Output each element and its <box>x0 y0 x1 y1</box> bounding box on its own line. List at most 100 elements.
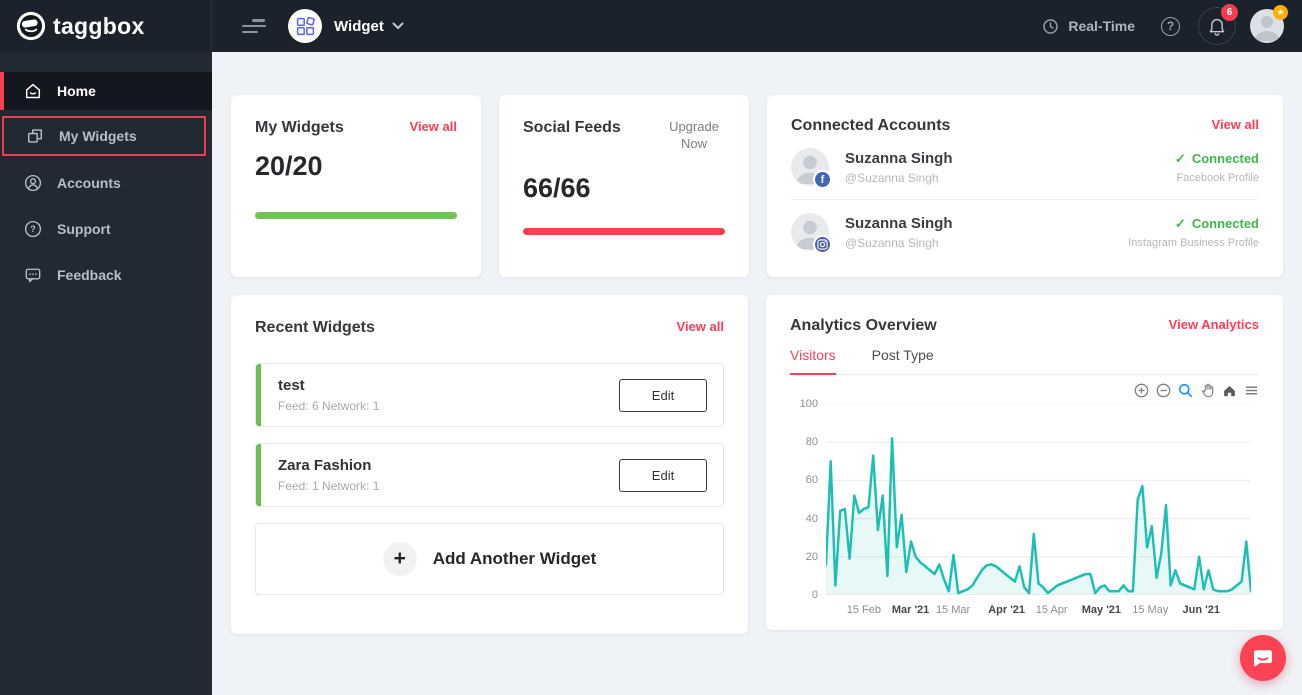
widget-row: Zara Fashion Feed: 1 Network: 1 Edit <box>255 443 724 507</box>
topbar: taggbox Widget Real-Time ? 6 ★ <box>0 0 1302 52</box>
x-tick-label: Jun '21 <box>1182 604 1220 616</box>
widgets-progress-bar <box>255 212 457 219</box>
taggbox-logo[interactable]: taggbox <box>16 11 145 41</box>
chat-bubble-icon <box>1254 650 1272 667</box>
user-icon <box>24 174 42 192</box>
realtime-indicator: Real-Time <box>1042 18 1135 35</box>
tab-post-type[interactable]: Post Type <box>872 347 934 374</box>
widget-accent-bar <box>256 444 261 506</box>
card-title: My Widgets <box>255 119 344 136</box>
check-icon: ✓ <box>1174 215 1186 231</box>
sidebar: Home My Widgets Accounts ? Support Feedb… <box>0 52 212 695</box>
zoom-in-icon[interactable] <box>1134 383 1149 398</box>
dashboard-squares-icon <box>296 16 315 35</box>
widget-name: Zara Fashion <box>278 457 372 474</box>
edit-widget-button[interactable]: Edit <box>619 378 707 412</box>
view-all-widgets-link[interactable]: View all <box>410 119 457 134</box>
my-widgets-card: My Widgets View all 20/20 <box>231 95 481 277</box>
collapse-menu-icon[interactable] <box>242 19 266 33</box>
social-feeds-card: Social Feeds Upgrade Now 66/66 <box>499 95 749 277</box>
x-tick-label: Mar '21 <box>891 604 930 616</box>
x-tick-label: 15 Mar <box>935 604 971 616</box>
y-tick-label: 0 <box>811 589 818 601</box>
widget-context-icon[interactable] <box>288 9 322 43</box>
topbar-logo-area: taggbox <box>0 0 212 52</box>
y-tick-label: 40 <box>805 512 818 525</box>
account-handle: @Suzanna Singh <box>845 170 939 185</box>
widgets-icon <box>27 129 43 143</box>
realtime-label: Real-Time <box>1068 18 1135 34</box>
account-status: Connected <box>1191 151 1259 166</box>
upgrade-now-link[interactable]: Upgrade Now <box>663 119 725 153</box>
chat-launcher-button[interactable] <box>1240 635 1286 681</box>
account-avatar: f <box>791 148 832 189</box>
x-tick-label: 15 Feb <box>846 604 881 616</box>
notifications-button[interactable]: 6 <box>1198 4 1238 45</box>
account-handle: @Suzanna Singh <box>845 235 939 250</box>
y-tick-label: 100 <box>799 398 818 410</box>
account-avatar <box>791 213 832 254</box>
sidebar-item-accounts[interactable]: Accounts <box>0 164 212 202</box>
y-tick-label: 20 <box>805 550 818 563</box>
visitors-chart[interactable]: 0 20 40 60 80 100 <box>800 398 1251 601</box>
sidebar-item-label: Home <box>57 83 96 99</box>
sidebar-item-label: My Widgets <box>59 128 137 144</box>
pan-icon[interactable] <box>1200 383 1215 398</box>
add-widget-label: Add Another Widget <box>432 549 597 568</box>
sidebar-item-label: Accounts <box>57 175 121 191</box>
card-title: Connected Accounts <box>791 117 951 134</box>
star-badge-icon: ★ <box>1273 5 1288 20</box>
x-tick-label: 15 Apr <box>1035 604 1068 616</box>
sidebar-item-home[interactable]: Home <box>0 72 212 110</box>
visitors-area-chart <box>826 404 1251 595</box>
check-icon: ✓ <box>1174 150 1186 166</box>
chevron-down-icon[interactable] <box>392 22 404 30</box>
bell-icon <box>1209 18 1225 36</box>
user-avatar[interactable]: ★ <box>1250 5 1288 43</box>
account-profile-type: Facebook Profile <box>1176 171 1259 184</box>
feeds-usage-count: 66/66 <box>523 172 591 203</box>
x-tick-label: Apr '21 <box>988 604 1026 616</box>
recent-widgets-card: Recent Widgets View all test Feed: 6 Net… <box>231 295 748 634</box>
card-title: Recent Widgets <box>255 319 375 336</box>
zoom-out-icon[interactable] <box>1156 383 1171 398</box>
view-all-accounts-link[interactable]: View all <box>1212 117 1259 132</box>
facebook-icon: f <box>813 170 832 189</box>
connected-accounts-card: Connected Accounts View all f Suzanna Si… <box>767 95 1283 277</box>
tab-visitors[interactable]: Visitors <box>790 347 836 375</box>
widget-row: test Feed: 6 Network: 1 Edit <box>255 363 724 427</box>
sidebar-item-label: Feedback <box>57 267 122 283</box>
chart-menu-icon[interactable] <box>1244 383 1259 398</box>
taggbox-logo-icon <box>16 11 46 41</box>
help-icon[interactable]: ? <box>1161 16 1180 36</box>
widget-accent-bar <box>256 364 261 426</box>
plus-icon: + <box>382 542 417 576</box>
box-zoom-icon[interactable] <box>1178 383 1193 398</box>
main-content: My Widgets View all 20/20 Social Feeds U… <box>212 52 1302 695</box>
view-analytics-link[interactable]: View Analytics <box>1169 317 1259 332</box>
card-title: Analytics Overview <box>790 317 937 334</box>
analytics-tabs: Visitors Post Type <box>790 347 1259 375</box>
context-switcher-label[interactable]: Widget <box>334 18 384 35</box>
clock-icon <box>1042 18 1059 35</box>
sidebar-item-support[interactable]: ? Support <box>0 210 212 248</box>
card-title: Social Feeds <box>523 119 621 136</box>
widget-meta: Feed: 6 Network: 1 <box>278 399 380 413</box>
y-tick-label: 60 <box>805 474 818 487</box>
account-status: Connected <box>1191 216 1259 231</box>
widget-meta: Feed: 1 Network: 1 <box>278 479 380 493</box>
edit-widget-button[interactable]: Edit <box>619 458 707 492</box>
widgets-usage-count: 20/20 <box>255 151 323 181</box>
add-widget-button[interactable]: + Add Another Widget <box>255 523 724 595</box>
view-all-recent-link[interactable]: View all <box>677 319 724 334</box>
notification-count-badge: 6 <box>1221 4 1238 21</box>
x-tick-label: May '21 <box>1081 604 1122 616</box>
sidebar-item-my-widgets[interactable]: My Widgets <box>2 116 206 156</box>
sidebar-item-label: Support <box>57 221 111 237</box>
sidebar-item-feedback[interactable]: Feedback <box>0 256 212 294</box>
reset-home-icon[interactable] <box>1222 383 1237 398</box>
feeds-progress-bar <box>523 227 725 235</box>
home-icon <box>25 83 41 99</box>
x-axis-labels: 15 Feb Mar '21 15 Mar Apr '21 15 Apr May '21 1… <box>826 604 1251 620</box>
account-name: Suzanna Singh <box>845 214 953 232</box>
